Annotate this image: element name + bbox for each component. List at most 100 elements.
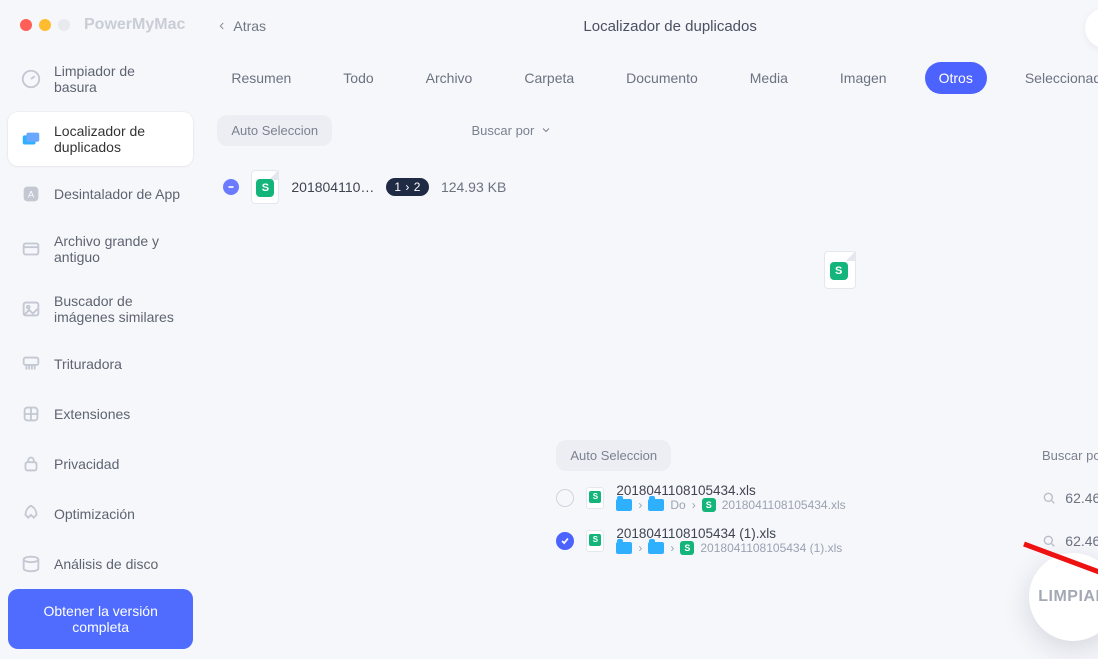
sidebar-item-label: Buscador de imágenes similares [54, 293, 181, 325]
file-path: › Do › S 2018041108105434.xls [616, 498, 845, 512]
row-checkbox[interactable] [556, 489, 574, 507]
tab-archivo[interactable]: Archivo [412, 62, 487, 94]
spreadsheet-file-icon: S [251, 170, 279, 204]
close-icon[interactable] [20, 19, 32, 31]
details-toolbar: Auto Seleccion Buscar por [552, 433, 1098, 477]
app-icon: A [20, 183, 42, 205]
list-item[interactable]: S 2018041108105434.xls › Do › S 20180411… [556, 483, 1098, 512]
sidebar-item-label: Localizador de duplicados [54, 123, 181, 155]
spreadsheet-file-icon: S [824, 251, 856, 289]
sort-by-dropdown[interactable]: Buscar por [472, 123, 553, 138]
minimize-icon[interactable] [39, 19, 51, 31]
sidebar-item-similar-images[interactable]: Buscador de imágenes similares [8, 282, 193, 336]
sidebar-item-disk-analysis[interactable]: Análisis de disco [8, 542, 193, 586]
tab-todo[interactable]: Todo [329, 62, 387, 94]
puzzle-icon [20, 403, 42, 425]
window-controls[interactable] [20, 19, 70, 31]
zoom-icon[interactable] [58, 19, 70, 31]
sort-by-label: Buscar por [1042, 448, 1098, 463]
sidebar-item-optimization[interactable]: Optimización [8, 492, 193, 536]
sort-by-label: Buscar por [472, 123, 535, 138]
sidebar-item-shredder[interactable]: Trituradora [8, 342, 193, 386]
sidebar: PowerMyMac Limpiador de basura Localizad… [0, 0, 199, 659]
row-meta: 62.46 KB [1041, 490, 1098, 506]
sidebar-item-label: Análisis de disco [54, 556, 158, 572]
tab-resumen[interactable]: Resumen [217, 62, 305, 94]
sidebar-item-label: Privacidad [54, 456, 119, 472]
sort-by-dropdown[interactable]: Buscar por [1042, 448, 1098, 463]
xls-icon: S [702, 498, 716, 512]
spreadsheet-file-icon: S [586, 530, 604, 552]
sidebar-item-privacy[interactable]: Privacidad [8, 442, 193, 486]
sidebar-item-label: Limpiador de basura [54, 63, 181, 95]
main: Atras Localizador de duplicados ? Resume… [199, 0, 1098, 659]
shredder-icon [20, 353, 42, 375]
lock-icon [20, 453, 42, 475]
count-badge: 1 › 2 [386, 178, 429, 196]
group-row[interactable]: S 201804110… 1 › 2 124.93 KB [217, 152, 552, 222]
image-icon [20, 298, 42, 320]
group-name: 201804110… [291, 179, 374, 195]
sidebar-cta: Obtener la versión completa [8, 589, 193, 649]
back-button[interactable]: Atras [217, 18, 266, 34]
titlebar: PowerMyMac [8, 8, 193, 52]
sidebar-item-app-uninstaller[interactable]: A Desintalador de App [8, 172, 193, 216]
app-title: PowerMyMac [84, 16, 185, 34]
xls-icon: S [680, 541, 694, 555]
page-title: Localizador de duplicados [199, 18, 1098, 35]
duplicates-list: S 2018041108105434.xls › Do › S 20180411… [552, 477, 1098, 561]
groups-column: Auto Seleccion Buscar por S 201804110… 1… [207, 108, 552, 651]
file-size: 62.46 KB [1065, 533, 1098, 549]
preview-pane: S [552, 108, 1098, 433]
sidebar-item-label: Archivo grande y antiguo [54, 233, 181, 265]
row-checkbox[interactable] [556, 532, 574, 550]
help-button[interactable]: ? [1085, 8, 1098, 48]
tab-carpeta[interactable]: Carpeta [510, 62, 588, 94]
tab-seleccionado[interactable]: Seleccionado [1011, 62, 1098, 94]
folder-icon [616, 499, 632, 511]
sidebar-item-extensions[interactable]: Extensiones [8, 392, 193, 436]
search-icon[interactable] [1041, 490, 1057, 506]
app-window: PowerMyMac Limpiador de basura Localizad… [0, 0, 1098, 659]
row-meta: 62.46 KB [1041, 533, 1098, 549]
tab-documento[interactable]: Documento [612, 62, 712, 94]
sidebar-item-junk-cleaner[interactable]: Limpiador de basura [8, 52, 193, 106]
groups-toolbar: Auto Seleccion Buscar por [217, 108, 552, 152]
chevron-down-icon [540, 124, 552, 136]
file-size: 62.46 KB [1065, 490, 1098, 506]
spreadsheet-file-icon: S [586, 487, 604, 509]
back-label: Atras [233, 18, 266, 34]
tab-otros[interactable]: Otros [925, 62, 987, 94]
file-path: › › S 2018041108105434 (1).xls [616, 541, 842, 555]
tab-media[interactable]: Media [736, 62, 802, 94]
sidebar-item-large-old[interactable]: Archivo grande y antiguo [8, 222, 193, 276]
svg-text:A: A [28, 190, 35, 200]
folder-icon [648, 542, 664, 554]
sidebar-nav: Limpiador de basura Localizador de dupli… [8, 52, 193, 586]
search-icon[interactable] [1041, 533, 1057, 549]
chevron-left-icon [217, 21, 227, 31]
path-segment: 2018041108105434 (1).xls [700, 541, 842, 555]
auto-select-button[interactable]: Auto Seleccion [217, 115, 332, 146]
folder-icon [648, 499, 664, 511]
sidebar-item-label: Extensiones [54, 406, 130, 422]
sidebar-item-label: Optimización [54, 506, 135, 522]
path-segment: Do [670, 498, 685, 512]
topbar: Atras Localizador de duplicados ? [199, 0, 1098, 52]
gauge-icon [20, 68, 42, 90]
details-column: S Auto Seleccion Buscar por S [552, 108, 1098, 651]
list-item[interactable]: S 2018041108105434 (1).xls › › S 2018041… [556, 526, 1098, 555]
filter-tabs: Resumen Todo Archivo Carpeta Documento M… [199, 52, 1098, 108]
row-text: 2018041108105434 (1).xls › › S 201804110… [616, 526, 842, 555]
partial-select-icon[interactable] [223, 179, 239, 195]
sidebar-item-duplicate-finder[interactable]: Localizador de duplicados [8, 112, 193, 166]
sidebar-item-label: Desintalador de App [54, 186, 180, 202]
check-icon [560, 536, 570, 546]
get-full-version-button[interactable]: Obtener la versión completa [8, 589, 193, 649]
auto-select-button[interactable]: Auto Seleccion [556, 440, 671, 471]
folder-icon [616, 542, 632, 554]
sidebar-item-label: Trituradora [54, 356, 122, 372]
path-segment: 2018041108105434.xls [722, 498, 846, 512]
tab-imagen[interactable]: Imagen [826, 62, 901, 94]
folder-stack-icon [20, 128, 42, 150]
